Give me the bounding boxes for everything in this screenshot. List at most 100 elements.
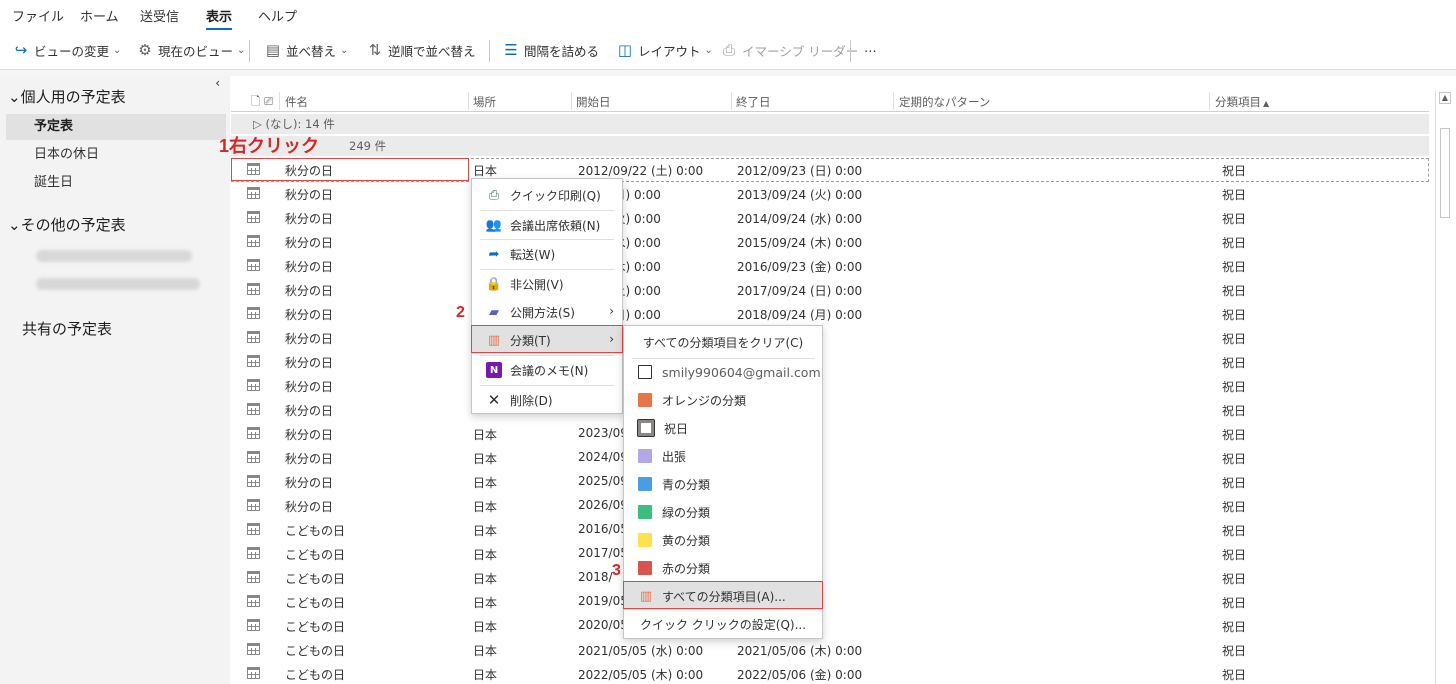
- annotation-step-3: 3: [612, 562, 621, 579]
- sidebar-item-birthdays[interactable]: 誕生日: [6, 170, 226, 196]
- compact-label: 間隔を詰める: [524, 43, 600, 59]
- table-row[interactable]: 秋分の日9/23 (火) 0:002014/09/24 (水) 0:00祝日: [231, 206, 1429, 230]
- cell-category: 祝日: [1222, 428, 1247, 442]
- menu-item-meeting-request[interactable]: 👥 会議出席依頼(N): [472, 211, 622, 239]
- start-column-header[interactable]: 開始日: [576, 94, 611, 110]
- menu-item-publish[interactable]: ▰ 公開方法(S) ›: [472, 298, 622, 326]
- group-header-holiday[interactable]: 249 件: [231, 136, 1429, 156]
- table-row[interactable]: 秋分の日日本2023/09) 0:00祝日: [231, 422, 1429, 446]
- table-row[interactable]: こどもの日日本2018/) 0:00祝日: [231, 566, 1429, 590]
- quick-click-settings[interactable]: クイック クリックの設定(Q)...: [624, 610, 822, 638]
- tab-send-receive[interactable]: 送受信: [140, 6, 179, 25]
- blurred-calendar-item[interactable]: [36, 278, 200, 290]
- blurred-calendar-item[interactable]: [36, 250, 192, 262]
- table-row[interactable]: 秋分の日 日本 2012/09/22 (土) 0:00 2012/09/23 (日) …: [231, 158, 1429, 182]
- tab-file[interactable]: ファイル: [12, 6, 64, 25]
- scroll-thumb[interactable]: [1440, 128, 1450, 218]
- table-row[interactable]: 秋分の日日本2025/09) 0:00祝日: [231, 470, 1429, 494]
- category-gmail[interactable]: smily990604@gmail.com: [624, 358, 822, 386]
- table-row[interactable]: 秋分の日) 0:00祝日: [231, 374, 1429, 398]
- table-row[interactable]: 秋分の日9/23 (日) 0:002018/09/24 (月) 0:00祝日: [231, 302, 1429, 326]
- cell-start: 2024/09: [578, 450, 628, 464]
- table-row[interactable]: 秋分の日9/22 (木) 0:002016/09/23 (金) 0:00祝日: [231, 254, 1429, 278]
- appointment-icon: [247, 403, 260, 415]
- collapse-pane-icon[interactable]: ‹: [215, 76, 220, 90]
- attachment-column-header[interactable]: ⎚: [264, 94, 273, 109]
- tab-help[interactable]: ヘルプ: [258, 6, 297, 25]
- category-holiday[interactable]: 祝日: [624, 414, 822, 442]
- category-label: オレンジの分類: [662, 393, 747, 408]
- cell-location: 日本: [473, 620, 498, 634]
- reverse-sort-button[interactable]: ⇅ 逆順で並べ替え: [366, 38, 476, 62]
- reverse-sort-label: 逆順で並べ替え: [388, 43, 476, 59]
- table-row[interactable]: 秋分の日) 0:00祝日: [231, 398, 1429, 422]
- icon-column-header[interactable]: 🗋: [251, 94, 260, 113]
- cell-start: 2025/09: [578, 474, 628, 488]
- sidebar-item-calendar[interactable]: 予定表: [6, 114, 226, 140]
- current-view-button[interactable]: ⚙ 現在のビュー ⌄: [136, 38, 245, 62]
- table-row[interactable]: こどもの日日本2016/05) 0:00祝日: [231, 518, 1429, 542]
- cell-end: 2016/09/23 (金) 0:00: [737, 260, 863, 274]
- tab-home[interactable]: ホーム: [80, 6, 119, 25]
- sort-button[interactable]: ▤ 並べ替え ⌄: [264, 38, 349, 62]
- cell-location: 日本: [473, 452, 498, 466]
- menu-item-label: 会議のメモ(N): [510, 363, 589, 378]
- compact-button[interactable]: ☰ 間隔を詰める: [502, 38, 599, 62]
- category-red[interactable]: 赤の分類: [624, 554, 822, 582]
- column-divider: [1209, 92, 1210, 110]
- table-row[interactable]: 秋分の日) 0:00祝日: [231, 326, 1429, 350]
- category-business-trip[interactable]: 出張: [624, 442, 822, 470]
- table-row[interactable]: こどもの日日本2019/05) 0:00祝日: [231, 590, 1429, 614]
- location-column-header[interactable]: 場所: [473, 94, 496, 110]
- table-row[interactable]: 秋分の日9/23 (月) 0:002013/09/24 (火) 0:00祝日: [231, 182, 1429, 206]
- category-orange[interactable]: オレンジの分類: [624, 386, 822, 414]
- more-options-button[interactable]: ⋯: [864, 38, 877, 62]
- table-row[interactable]: 秋分の日日本2026/09) 0:00祝日: [231, 494, 1429, 518]
- sidebar-item-japan-holidays[interactable]: 日本の休日: [6, 142, 226, 168]
- ribbon: ↪ ビューの変更 ⌄ ⚙ 現在のビュー ⌄ ▤ 並べ替え ⌄ ⇅ 逆順で並べ替え…: [0, 30, 1456, 70]
- chevron-down-icon: ⌄: [704, 44, 713, 56]
- sort-label: 並べ替え: [286, 43, 337, 59]
- table-row[interactable]: こどもの日 日本 2021/05/05 (水) 0:00 2021/05/06 (木)…: [231, 638, 1429, 662]
- table-row[interactable]: こどもの日 日本 2022/05/05 (木) 0:00 2022/05/06 (金)…: [231, 662, 1429, 684]
- recurrence-column-header[interactable]: 定期的なパターン: [899, 94, 990, 110]
- table-row[interactable]: 秋分の日日本2024/09) 0:00祝日: [231, 446, 1429, 470]
- change-view-button[interactable]: ↪ ビューの変更 ⌄: [12, 38, 122, 62]
- cell-start: 2023/09: [578, 426, 628, 440]
- menu-item-categorize[interactable]: ▥ 分類(T) ›: [472, 326, 622, 354]
- cell-subject: 秋分の日: [285, 236, 334, 250]
- clear-all-categories[interactable]: すべての分類項目をクリア(C): [624, 328, 822, 356]
- scroll-up-icon[interactable]: ▲: [1439, 92, 1451, 104]
- immersive-reader-button[interactable]: ⎙ イマーシブ リーダー: [720, 38, 858, 62]
- menu-item-private[interactable]: 🔒 非公開(V): [472, 270, 622, 298]
- other-calendars-group[interactable]: ⌄その他の予定表: [8, 214, 126, 235]
- layout-button[interactable]: ◫ レイアウト ⌄: [616, 38, 713, 62]
- menu-item-meeting-notes[interactable]: N 会議のメモ(N): [472, 356, 622, 384]
- shared-calendars-group[interactable]: 共有の予定表: [22, 318, 112, 339]
- menu-item-forward[interactable]: ➦ 転送(W): [472, 240, 622, 268]
- category-green[interactable]: 緑の分類: [624, 498, 822, 526]
- group-header-none[interactable]: ▷ (なし): 14 件: [231, 114, 1429, 134]
- category-yellow[interactable]: 黄の分類: [624, 526, 822, 554]
- menu-item-delete[interactable]: ✕ 削除(D): [472, 386, 622, 414]
- chevron-down-icon: ⌄: [237, 44, 246, 56]
- category-blue[interactable]: 青の分類: [624, 470, 822, 498]
- table-row[interactable]: こどもの日日本2020/05) 0:00祝日: [231, 614, 1429, 638]
- table-row[interactable]: 秋分の日) 0:00祝日: [231, 350, 1429, 374]
- menu-item-quick-print[interactable]: ⎙ クイック印刷(Q): [472, 181, 622, 209]
- end-column-header[interactable]: 終了日: [736, 94, 771, 110]
- vertical-scrollbar[interactable]: ▲: [1435, 90, 1453, 684]
- table-row[interactable]: こどもの日日本2017/05) 0:00祝日: [231, 542, 1429, 566]
- subject-column-header[interactable]: 件名: [285, 94, 308, 110]
- cell-subject: 秋分の日: [285, 308, 334, 322]
- tab-view[interactable]: 表示: [206, 6, 233, 31]
- cell-subject: 秋分の日: [285, 164, 334, 178]
- my-calendars-group[interactable]: ⌄個人用の予定表: [8, 86, 126, 107]
- chevron-right-icon: ›: [609, 332, 614, 346]
- cell-location: 日本: [473, 524, 498, 538]
- cell-location: 日本: [473, 500, 498, 514]
- table-row[interactable]: 秋分の日9/23 (水) 0:002015/09/24 (木) 0:00祝日: [231, 230, 1429, 254]
- all-categories[interactable]: ▥ すべての分類項目(A)...: [624, 582, 822, 610]
- category-column-header[interactable]: 分類項目 ▲: [1215, 94, 1269, 110]
- table-row[interactable]: 秋分の日9/23 (土) 0:002017/09/24 (日) 0:00祝日: [231, 278, 1429, 302]
